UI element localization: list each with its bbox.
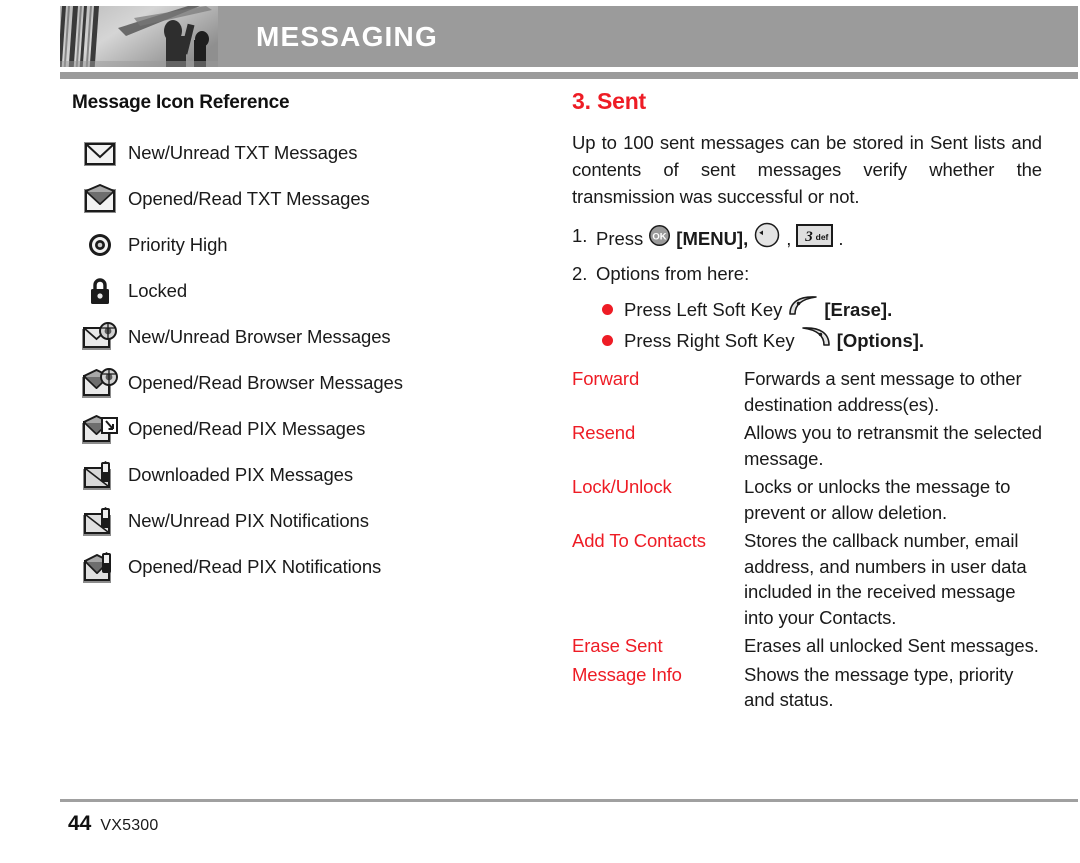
padlock-icon xyxy=(72,277,128,306)
option-name: Message Info xyxy=(572,663,682,685)
envelope-globe-closed-icon xyxy=(72,322,128,352)
option-description: Allows you to retransmit the selected me… xyxy=(744,422,1042,469)
bullet-key-label: [Erase]. xyxy=(824,298,893,320)
bullet-text: Press Left Soft Key xyxy=(624,298,783,320)
steps-list: 1. Press OK [MENU], , 3 def . 2. Options… xyxy=(572,222,1042,288)
list-item: Opened/Read TXT Messages xyxy=(72,176,552,222)
list-item-label: Opened/Read TXT Messages xyxy=(128,188,370,209)
page-number: 44 xyxy=(68,812,92,835)
option-description: Erases all unlocked Sent messages. xyxy=(744,635,1039,656)
page-title: MESSAGING xyxy=(256,20,438,52)
left-soft-key-icon xyxy=(787,294,819,325)
option-description: Forwards a sent message to other destina… xyxy=(744,368,1022,415)
table-row: Forward Forwards a sent message to other… xyxy=(572,366,1042,420)
list-item-label: Downloaded PIX Messages xyxy=(128,464,353,485)
list-item: New/Unread Browser Messages xyxy=(72,314,552,360)
step-number: 1. xyxy=(572,225,588,246)
menu-key-label: [MENU], xyxy=(676,228,749,249)
envelope-globe-open-icon xyxy=(72,367,128,399)
step-2: 2. Options from here: xyxy=(572,260,1042,288)
table-row: Lock/Unlock Locks or unlocks the message… xyxy=(572,474,1042,528)
list-item: Opened/Read PIX Messages xyxy=(72,406,552,452)
list-item-label: New/Unread Browser Messages xyxy=(128,326,391,347)
option-description: Shows the message type, priority and sta… xyxy=(744,663,1014,711)
option-name: Add To Contacts xyxy=(572,530,706,551)
digit-3-key-icon: 3 def xyxy=(796,223,834,255)
sent-intro-text: Up to 100 sent messages can be stored in… xyxy=(572,132,1042,207)
bullet-list: Press Left Soft Key [Erase]. Press Right… xyxy=(572,294,1042,356)
list-item-label: Opened/Read PIX Notifications xyxy=(128,556,382,577)
list-item: New/Unread TXT Messages xyxy=(72,130,552,176)
list-item: Priority High xyxy=(72,222,552,268)
table-row: Add To Contacts Stores the callback numb… xyxy=(572,528,1042,633)
option-description: Locks or unlocks the message to prevent … xyxy=(744,476,1011,523)
option-name: Resend xyxy=(572,422,636,443)
option-name: Erase Sent xyxy=(572,635,663,656)
list-item: Downloaded PIX Messages xyxy=(72,452,552,498)
header-divider xyxy=(60,72,1078,79)
envelope-open-icon xyxy=(72,184,128,214)
table-row: Resend Allows you to retransmit the sele… xyxy=(572,420,1042,474)
svg-text:3: 3 xyxy=(805,229,814,245)
option-description: Stores the callback number, email addres… xyxy=(744,530,1027,628)
list-item-label: Opened/Read Browser Messages xyxy=(128,372,403,393)
bullet-dot-icon xyxy=(602,335,613,346)
list-item-label: New/Unread PIX Notifications xyxy=(128,510,369,531)
bullet-dot-icon xyxy=(602,304,613,315)
envelope-download-icon xyxy=(72,460,128,491)
left-column: Message Icon Reference New/Unread TXT Me… xyxy=(72,92,552,590)
envelope-pix-open-icon xyxy=(72,413,128,445)
envelope-closed-icon xyxy=(72,140,128,167)
envelope-notify-open-icon xyxy=(72,551,128,584)
bullet-text: Press Right Soft Key xyxy=(624,329,795,351)
list-item-label: Opened/Read PIX Messages xyxy=(128,418,366,439)
priority-high-icon xyxy=(72,232,128,258)
table-row: Erase Sent Erases all unlocked Sent mess… xyxy=(572,633,1042,662)
list-item: Opened/Read PIX Notifications xyxy=(72,544,552,590)
nav-left-key-icon xyxy=(753,222,781,256)
bullet-item-options: Press Right Soft Key [Options]. xyxy=(602,325,1042,356)
page-header-banner: MESSAGING xyxy=(60,6,1078,67)
sent-section-heading: 3. Sent xyxy=(572,88,647,114)
bullet-key-label: [Options]. xyxy=(836,329,925,351)
step-text: Options from here: xyxy=(596,263,750,284)
message-icon-list: New/Unread TXT Messages Opened/Read TXT … xyxy=(72,130,552,590)
sent-options-table: Forward Forwards a sent message to other… xyxy=(572,366,1042,716)
step-1: 1. Press OK [MENU], , 3 def . xyxy=(572,222,1042,256)
footer-divider xyxy=(60,799,1078,802)
right-soft-key-icon xyxy=(800,325,832,356)
option-name: Forward xyxy=(572,368,640,389)
envelope-notify-closed-icon xyxy=(72,506,128,537)
list-item-label: New/Unread TXT Messages xyxy=(128,142,358,163)
step-text-end: . xyxy=(838,228,844,249)
ok-key-icon: OK xyxy=(648,224,671,255)
list-item: Locked xyxy=(72,268,552,314)
bullet-item-erase: Press Left Soft Key [Erase]. xyxy=(602,294,1042,325)
key-separator-comma: , xyxy=(786,228,792,249)
list-item-label: Priority High xyxy=(128,234,228,255)
svg-text:def: def xyxy=(816,232,829,242)
option-name: Lock/Unlock xyxy=(572,476,672,497)
model-name: VX5300 xyxy=(100,817,159,834)
right-column: 3. Sent Up to 100 sent messages can be s… xyxy=(572,88,1042,716)
list-item: New/Unread PIX Notifications xyxy=(72,498,552,544)
table-row: Message Info Shows the message type, pri… xyxy=(572,662,1042,716)
page-footer: 44 VX5300 xyxy=(68,812,159,836)
list-item-label: Locked xyxy=(128,280,188,301)
list-item: Opened/Read Browser Messages xyxy=(72,360,552,406)
step-text: Press xyxy=(596,228,644,249)
message-icon-reference-heading: Message Icon Reference xyxy=(72,92,290,113)
step-number: 2. xyxy=(572,263,588,284)
header-photo-image xyxy=(60,6,218,67)
svg-text:OK: OK xyxy=(653,231,667,242)
